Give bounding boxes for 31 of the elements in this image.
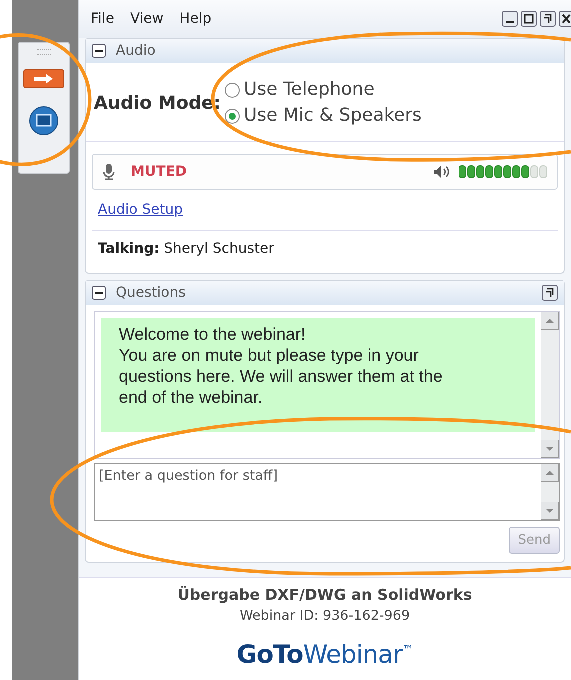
scroll-down-icon[interactable] <box>541 440 559 458</box>
chat-message: Welcome to the webinar! You are on mute but please type in your questions here. We will answer them at the end of the webinar. <box>101 318 535 432</box>
audio-setup-link[interactable]: Audio Setup <box>98 202 183 218</box>
speaker-icon <box>433 165 451 179</box>
maximize-icon[interactable] <box>521 11 537 27</box>
muted-status: MUTED <box>131 164 188 180</box>
collapse-icon[interactable] <box>92 286 106 300</box>
menu-item[interactable]: View <box>130 11 164 27</box>
close-icon[interactable] <box>559 11 571 27</box>
restore-icon[interactable] <box>540 11 556 27</box>
scroll-up-icon[interactable] <box>541 464 559 482</box>
scroll-down-icon[interactable] <box>541 502 559 520</box>
radio-label: Use Telephone <box>244 78 375 102</box>
radio-button[interactable] <box>225 108 240 124</box>
webinar-id: Webinar ID: 936-162-969 <box>240 608 410 624</box>
collapse-icon[interactable] <box>92 44 106 58</box>
section-title: Audio <box>116 43 156 59</box>
talking-indicator: Talking: Sheryl Schuster <box>98 241 274 257</box>
menu-item[interactable]: File <box>91 11 114 27</box>
grip-icon[interactable] <box>37 49 51 55</box>
popout-icon[interactable] <box>542 285 558 301</box>
radio-label: Use Mic & Speakers <box>244 104 422 128</box>
microphone-icon <box>103 164 115 180</box>
scroll-up-icon[interactable] <box>541 312 559 330</box>
webinar-title: Übergabe DXF/DWG an SolidWorks <box>178 586 472 604</box>
minimize-icon[interactable] <box>502 11 518 27</box>
scrollbar[interactable] <box>541 312 559 458</box>
radio-button[interactable] <box>225 82 240 98</box>
section-title: Questions <box>116 285 186 301</box>
menu-item[interactable]: Help <box>180 11 212 27</box>
logo: GoToWebinar$^{™}$ <box>236 640 414 669</box>
